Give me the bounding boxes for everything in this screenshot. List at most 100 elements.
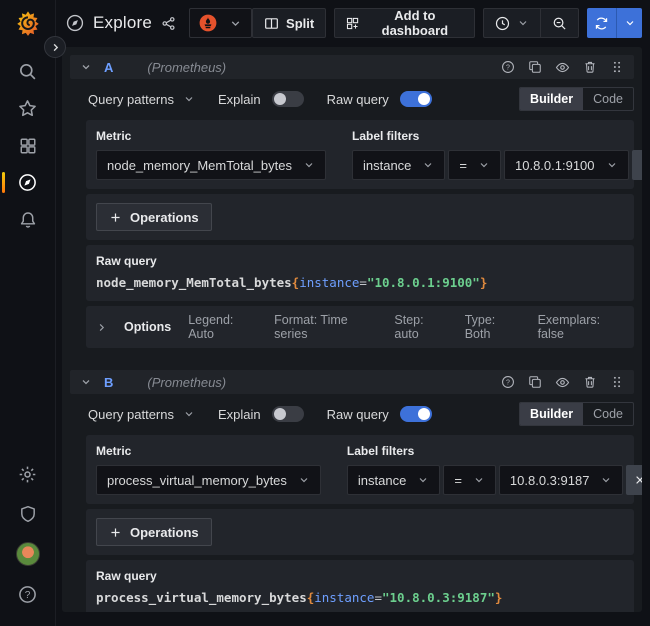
chevron-right-icon [96,322,107,333]
explore-pane: A (Prometheus) ? Query patterns [62,47,642,612]
sidebar-expand-button[interactable] [44,36,66,58]
filter-value-select[interactable]: 10.8.0.1:9100 [504,150,629,180]
label-filters-label: Label filters [347,444,642,458]
filter-op-select[interactable]: = [448,150,501,180]
chevron-down-icon [229,17,242,30]
operations-label: Operations [130,210,199,225]
filter-value-select[interactable]: 10.8.0.3:9187 [499,465,624,495]
metric-label: Metric [96,444,321,458]
add-operation-button[interactable]: Operations [96,518,212,546]
query-toolbar: Query patterns Explain Raw query Builder… [86,86,634,112]
explain-label: Explain [218,407,261,422]
filter-op-select[interactable]: = [443,465,496,495]
chevron-down-icon [183,93,195,105]
code-equals: = [374,590,382,605]
remove-query-trash-icon[interactable] [583,60,597,74]
query-editor-b: B (Prometheus) ? Query patterns [70,370,634,612]
operations-section: Operations [86,509,634,555]
prometheus-icon [199,14,217,32]
svg-text:?: ? [506,380,510,387]
explain-toggle[interactable] [272,406,304,422]
duplicate-query-icon[interactable] [528,60,542,74]
plus-icon [109,526,122,539]
chevron-down-icon [600,474,612,486]
metric-select[interactable]: node_memory_MemTotal_bytes [96,150,326,180]
drag-handle-icon[interactable] [610,375,624,389]
raw-query-toggle[interactable] [400,91,432,107]
datasource-picker[interactable] [189,8,252,38]
code-mode-button[interactable]: Code [583,403,633,425]
query-help-icon[interactable]: ? [501,60,515,74]
label-filters-label: Label filters [352,129,642,143]
code-close-brace: } [480,275,488,290]
collapse-chevron-icon[interactable] [80,61,92,73]
operations-label: Operations [130,525,199,540]
grafana-app: ? Explore [0,0,650,626]
sidebar-item-profile[interactable] [0,534,56,574]
sidebar-item-alerting[interactable] [0,201,56,238]
sidebar-item-dashboards[interactable] [0,127,56,164]
filter-key-select[interactable]: instance [352,150,445,180]
sidebar-item-admin-shield[interactable] [0,494,56,534]
builder-mode-button[interactable]: Builder [520,403,583,425]
metric-select[interactable]: process_virtual_memory_bytes [96,465,321,495]
query-patterns-dropdown[interactable]: Query patterns [88,92,195,107]
metric-value: process_virtual_memory_bytes [107,473,287,488]
collapse-chevron-icon[interactable] [80,376,92,388]
chevron-down-icon [478,159,490,171]
sidebar-item-help[interactable]: ? [0,574,56,614]
share-icon[interactable] [161,16,176,31]
zoom-out-button[interactable] [540,8,579,38]
add-operation-button[interactable]: Operations [96,203,212,231]
query-patterns-dropdown[interactable]: Query patterns [88,407,195,422]
add-to-dashboard-button[interactable]: Add to dashboard [334,8,475,38]
remove-query-trash-icon[interactable] [583,375,597,389]
query-row-header[interactable]: B (Prometheus) ? [70,370,634,394]
remove-filter-button[interactable] [626,465,642,495]
sidebar-nav-bottom: ? [0,454,56,614]
split-button[interactable]: Split [252,8,326,38]
user-avatar [16,542,40,566]
filter-key-select[interactable]: instance [347,465,440,495]
chevron-down-icon [473,474,485,486]
disable-query-eye-icon[interactable] [555,375,570,390]
raw-query-code: process_virtual_memory_bytes{instance="1… [96,590,624,607]
raw-query-label: Raw query [327,92,389,107]
chevron-down-icon [183,408,195,420]
duplicate-query-icon[interactable] [528,375,542,389]
sidebar-item-search[interactable] [0,53,56,90]
query-datasource-hint: (Prometheus) [147,375,226,390]
explore-toolbar: Explore [56,0,650,46]
explain-toggle[interactable] [272,91,304,107]
time-range-picker[interactable] [483,8,540,38]
run-query-button[interactable] [587,8,642,38]
options-collapsed-row[interactable]: Options Legend: Auto Format: Time series… [86,306,634,348]
sidebar-item-settings[interactable] [0,454,56,494]
refresh-interval-dropdown[interactable] [617,8,642,38]
code-label-name: instance [299,275,359,290]
remove-filter-button[interactable] [632,150,642,180]
chevron-down-icon [298,474,310,486]
raw-query-section-label: Raw query [96,569,624,583]
code-mode-button[interactable]: Code [583,88,633,110]
metric-field: Metric process_virtual_memory_bytes [96,444,321,495]
option-step: Step: auto [394,313,447,341]
raw-query-section-label: Raw query [96,254,624,268]
sidebar-nav-top [0,53,56,238]
label-filters-field: Label filters instance = [347,444,642,495]
builder-mode-button[interactable]: Builder [520,88,583,110]
query-ref-id: A [104,60,113,75]
drag-handle-icon[interactable] [610,60,624,74]
sidebar-item-explore[interactable] [0,164,56,201]
raw-query-toggle[interactable] [400,406,432,422]
refresh-icon[interactable] [587,8,617,38]
option-exemplars: Exemplars: false [538,313,624,341]
metric-label: Metric [96,129,326,143]
query-help-icon[interactable]: ? [501,375,515,389]
sidebar-item-starred[interactable] [0,90,56,127]
disable-query-eye-icon[interactable] [555,60,570,75]
query-row-header[interactable]: A (Prometheus) ? [70,55,634,79]
grafana-logo-icon[interactable] [14,9,42,37]
time-controls [483,8,579,38]
query-patterns-label: Query patterns [88,92,174,107]
